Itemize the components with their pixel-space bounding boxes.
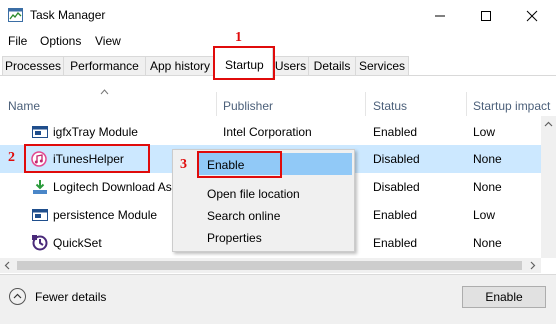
download-icon bbox=[33, 180, 47, 194]
minimize-button[interactable] bbox=[417, 0, 463, 31]
context-menu-open-file-location[interactable]: Open file location bbox=[207, 187, 300, 201]
tab-services[interactable]: Services bbox=[355, 56, 409, 75]
row-status: Enabled bbox=[373, 236, 418, 250]
annotation-number-2: 2 bbox=[8, 150, 15, 165]
tab-processes[interactable]: Processes bbox=[2, 56, 64, 75]
horizontal-scroll-thumb[interactable] bbox=[17, 261, 522, 270]
row-status: Enabled bbox=[373, 125, 418, 139]
annotation-box-enable bbox=[197, 151, 282, 178]
row-status: Disabled bbox=[373, 152, 420, 166]
annotation-box-startup bbox=[213, 46, 275, 80]
row-impact: None bbox=[473, 180, 502, 194]
row-impact: Low bbox=[473, 208, 496, 222]
maximize-icon bbox=[481, 11, 491, 21]
quickset-icon bbox=[32, 235, 48, 251]
window-title: Task Manager bbox=[30, 8, 106, 22]
menu-options[interactable]: Options bbox=[40, 34, 81, 48]
tab-users[interactable]: Users bbox=[272, 56, 309, 75]
fewer-details-toggle[interactable] bbox=[9, 288, 26, 305]
tab-app-history[interactable]: App history bbox=[145, 56, 215, 75]
row-impact: None bbox=[473, 152, 502, 166]
column-header-name[interactable]: Name bbox=[8, 99, 40, 113]
column-separator bbox=[365, 92, 366, 116]
row-name: Logitech Download As bbox=[53, 180, 172, 194]
context-menu-properties[interactable]: Properties bbox=[207, 231, 262, 245]
scroll-right-icon[interactable] bbox=[530, 261, 536, 270]
row-impact: Low bbox=[473, 125, 496, 139]
row-name: persistence Module bbox=[53, 208, 158, 222]
annotation-number-3: 3 bbox=[180, 157, 187, 172]
menu-file[interactable]: File bbox=[8, 34, 27, 48]
annotation-number-1: 1 bbox=[235, 30, 242, 45]
maximize-button[interactable] bbox=[463, 0, 509, 31]
minimize-icon bbox=[435, 15, 445, 17]
close-button[interactable] bbox=[509, 0, 555, 31]
sort-up-icon bbox=[100, 89, 109, 95]
app-window-icon bbox=[32, 209, 48, 221]
task-manager-icon bbox=[8, 8, 23, 22]
column-separator bbox=[216, 92, 217, 116]
column-header-status[interactable]: Status bbox=[373, 99, 407, 113]
enable-button[interactable]: Enable bbox=[462, 286, 546, 308]
row-status: Enabled bbox=[373, 208, 418, 222]
row-name: igfxTray Module bbox=[53, 125, 138, 139]
column-separator bbox=[466, 92, 467, 116]
row-name: QuickSet bbox=[53, 236, 102, 250]
annotation-box-itunes bbox=[24, 144, 150, 173]
fewer-details-link[interactable]: Fewer details bbox=[35, 290, 106, 304]
chevron-up-icon bbox=[13, 293, 22, 299]
row-status: Disabled bbox=[373, 180, 420, 194]
app-window-icon bbox=[32, 126, 48, 138]
column-header-publisher[interactable]: Publisher bbox=[223, 99, 273, 113]
tab-details[interactable]: Details bbox=[308, 56, 356, 75]
tab-performance[interactable]: Performance bbox=[63, 56, 146, 75]
context-menu-search-online[interactable]: Search online bbox=[207, 209, 280, 223]
column-header-startup-impact[interactable]: Startup impact bbox=[473, 99, 550, 113]
vertical-scrollbar[interactable] bbox=[541, 116, 556, 258]
scroll-left-icon[interactable] bbox=[4, 261, 10, 270]
menu-view[interactable]: View bbox=[95, 34, 121, 48]
close-icon bbox=[526, 10, 538, 22]
row-impact: None bbox=[473, 236, 502, 250]
row-publisher: Intel Corporation bbox=[223, 125, 312, 139]
scroll-up-icon[interactable] bbox=[544, 121, 553, 127]
